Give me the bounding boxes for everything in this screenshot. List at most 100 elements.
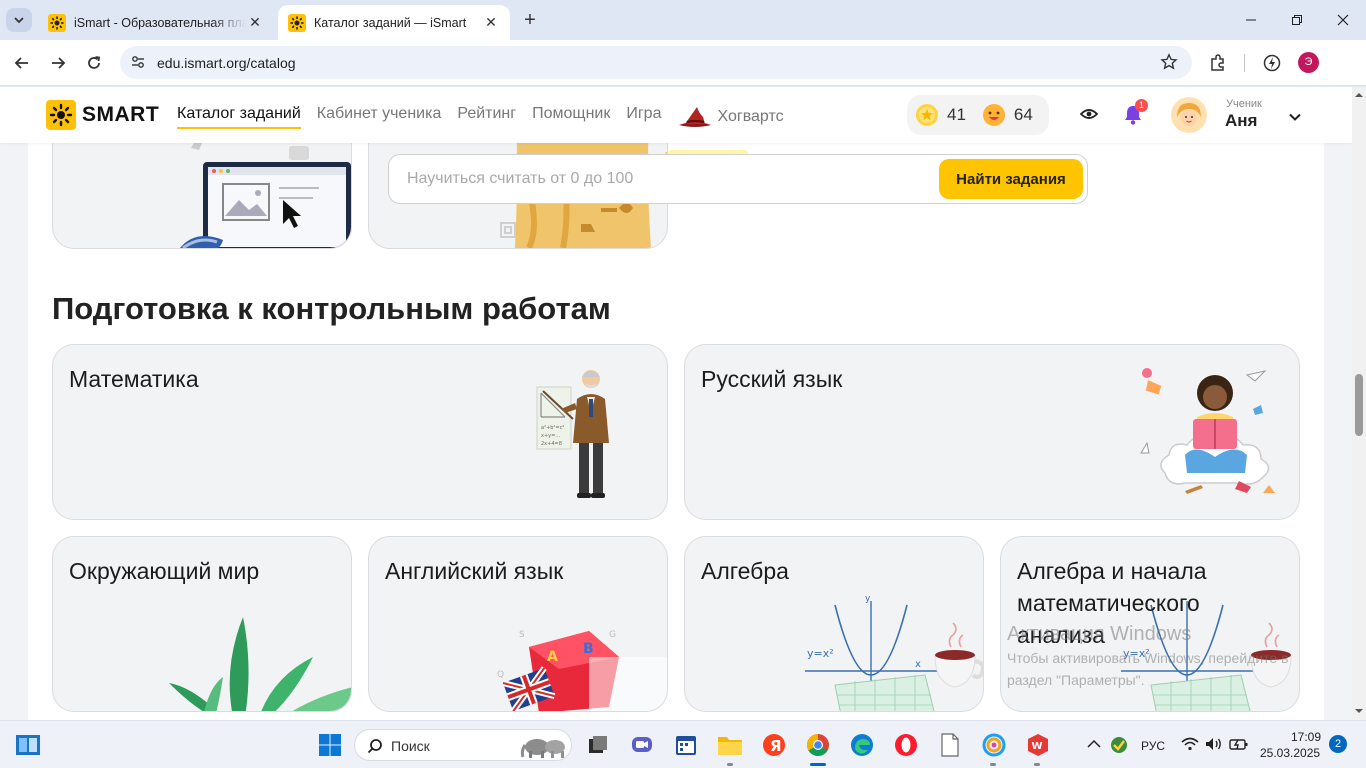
nav-rating[interactable]: Рейтинг (457, 105, 516, 129)
wifi-icon[interactable] (1181, 737, 1199, 751)
user-avatar[interactable] (1171, 97, 1207, 133)
new-tab-button[interactable]: + (518, 9, 542, 33)
chevron-down-icon[interactable] (1288, 110, 1302, 124)
card-mathematics[interactable]: Математика a²+b²=c² x+y=... 2x+4=8 (52, 344, 668, 520)
chrome-icon (807, 734, 829, 756)
close-tab-icon[interactable]: ✕ (482, 14, 500, 32)
close-tab-icon[interactable]: ✕ (246, 14, 264, 32)
photos-app-button[interactable] (980, 731, 1008, 759)
smiles-value: 64 (1013, 105, 1033, 124)
office-app-button[interactable]: W (1024, 731, 1052, 759)
edge-button[interactable] (848, 731, 876, 759)
nav-student-cabinet[interactable]: Кабинет ученика (317, 105, 442, 129)
notification-center-badge[interactable]: 2 (1329, 735, 1347, 753)
battery-icon[interactable] (1229, 737, 1249, 751)
opera-icon (895, 734, 917, 756)
chrome-button[interactable] (804, 731, 832, 759)
profile-avatar[interactable]: Э (1298, 52, 1319, 73)
search-icon (367, 739, 382, 754)
windows-taskbar: Поиск Я W РУС 17:09 25.03.2025 2 (0, 720, 1366, 768)
task-search-input[interactable] (407, 167, 927, 191)
tab-search-button[interactable] (6, 8, 32, 32)
minimize-button[interactable] (1228, 0, 1274, 40)
start-button[interactable] (316, 731, 344, 759)
svg-text:x+y=...: x+y=... (541, 433, 560, 439)
site-settings-icon[interactable] (130, 54, 146, 70)
chat-app-button[interactable] (628, 731, 656, 759)
svg-text:2x+4=8: 2x+4=8 (541, 441, 562, 447)
maximize-button[interactable] (1274, 0, 1320, 40)
card-english[interactable]: Английский язык S G Q A B (368, 536, 668, 712)
back-button[interactable] (8, 49, 36, 77)
taskbar-search[interactable]: Поиск (354, 729, 572, 761)
minimize-icon (1246, 19, 1256, 21)
close-window-button[interactable] (1320, 0, 1366, 40)
widgets-icon (16, 735, 40, 755)
svg-text:S: S (519, 630, 525, 640)
card-algebra[interactable]: Алгебра y x y=x² (684, 536, 984, 712)
task-view-button[interactable] (584, 731, 612, 759)
tray-chevron-up-icon[interactable] (1087, 739, 1101, 749)
coin-icon (916, 104, 938, 126)
scroll-up-icon[interactable] (1355, 91, 1363, 99)
notepad-button[interactable] (936, 731, 964, 759)
opera-button[interactable] (892, 731, 920, 759)
calendar-icon (676, 736, 696, 755)
forward-button[interactable] (44, 49, 72, 77)
card-title: Математика (69, 366, 199, 392)
photos-icon (982, 733, 1006, 757)
notification-badge: 1 (1135, 99, 1148, 112)
card-world-around[interactable]: Окружающий мир (52, 536, 352, 712)
eye-icon[interactable] (1080, 107, 1098, 121)
page-viewport: SMART Каталог заданий Кабинет ученика Ре… (0, 87, 1352, 720)
elephants-decoration-icon (520, 739, 565, 758)
user-name[interactable]: Аня (1225, 111, 1257, 131)
taskbar-search-label: Поиск (391, 738, 430, 754)
ismart-logo[interactable]: SMART (46, 100, 159, 130)
bookmark-star-icon[interactable] (1160, 53, 1178, 71)
input-language[interactable]: РУС (1141, 739, 1165, 753)
task-view-icon (589, 736, 607, 753)
svg-text:W: W (1032, 741, 1043, 752)
tab-ismart-home[interactable]: iSmart - Образовательная платформа ✕ (38, 5, 274, 40)
card-title: Английский язык (385, 558, 564, 584)
widgets-button[interactable] (14, 731, 42, 759)
svg-text:Q: Q (497, 670, 504, 680)
card-title: Русский язык (701, 366, 843, 392)
volume-icon[interactable] (1205, 737, 1223, 751)
reward-counters[interactable]: 41 64 (907, 95, 1049, 135)
yandex-browser-button[interactable]: Я (760, 731, 788, 759)
nav-hogwarts[interactable]: Хогвартс (677, 105, 784, 129)
page-scrollbar[interactable] (1352, 87, 1366, 720)
file-explorer-button[interactable] (716, 731, 744, 759)
reload-button[interactable] (80, 49, 108, 77)
windows-activation-watermark: Активация Windows Чтобы активировать Win… (1007, 623, 1289, 690)
scrollbar-thumb[interactable] (1355, 374, 1363, 436)
browser-tab-bar: iSmart - Образовательная платформа ✕ Кат… (0, 0, 1366, 40)
watermark-line: Чтобы активировать Windows, перейдите в (1007, 650, 1289, 666)
card-russian[interactable]: Русский язык (684, 344, 1300, 520)
calendar-app-button[interactable] (672, 731, 700, 759)
nav-assistant[interactable]: Помощник (532, 105, 610, 129)
scroll-down-icon[interactable] (1355, 707, 1363, 715)
wizard-hat-icon (679, 107, 712, 127)
chevron-down-icon (14, 17, 24, 24)
clock-date[interactable]: 25.03.2025 (1260, 746, 1320, 760)
performance-icon[interactable] (1262, 53, 1282, 73)
running-indicator (1034, 763, 1040, 766)
nav-game[interactable]: Игра (626, 105, 661, 129)
tab-catalog[interactable]: Каталог заданий — iSmart ✕ (278, 5, 510, 40)
address-bar[interactable]: edu.ismart.org/catalog (120, 46, 1192, 79)
restore-icon (1292, 15, 1302, 25)
tray-app-icon[interactable] (1110, 736, 1128, 754)
svg-text:y: y (865, 595, 871, 604)
browser-toolbar: edu.ismart.org/catalog (0, 40, 1366, 86)
tab-title: iSmart - Образовательная платформа (74, 15, 246, 30)
ismart-favicon-icon (288, 13, 306, 32)
clock-time[interactable]: 17:09 (1291, 730, 1321, 744)
extensions-icon[interactable] (1208, 53, 1228, 73)
find-tasks-button[interactable]: Найти задания (939, 159, 1083, 199)
nav-catalog[interactable]: Каталог заданий (177, 105, 301, 129)
edge-icon (851, 734, 873, 756)
close-icon (1337, 14, 1349, 26)
